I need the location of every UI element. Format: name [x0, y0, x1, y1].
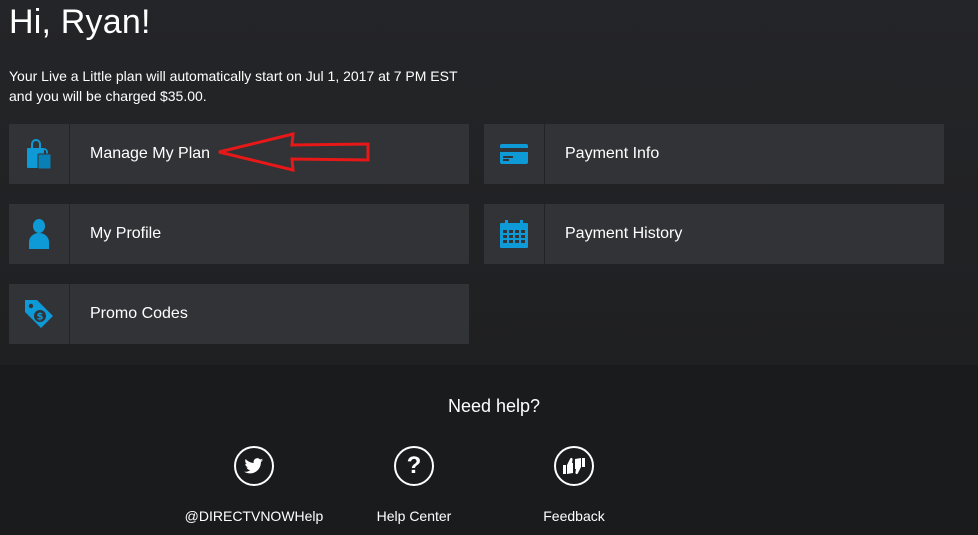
shopping-bags-icon: [27, 139, 52, 170]
my-profile-label: My Profile: [90, 225, 162, 242]
payment-history-button[interactable]: Payment History: [484, 204, 944, 264]
calendar-icon: [500, 220, 528, 248]
thumbs-icon: [563, 457, 585, 475]
need-help-heading: Need help?: [447, 396, 541, 416]
my-profile-button[interactable]: My Profile: [9, 204, 469, 264]
plan-notice: Your Live a Little plan will automatical…: [9, 66, 489, 106]
promo-codes-button[interactable]: $ Promo Codes: [9, 284, 469, 344]
question-mark-icon: ?: [406, 452, 422, 479]
help-center-link[interactable]: ? Help Center: [334, 446, 494, 524]
account-panel: Hi, Ryan! Your Live a Little plan will a…: [0, 0, 978, 365]
svg-text:$: $: [37, 312, 44, 323]
payment-info-button[interactable]: Payment Info: [484, 124, 944, 184]
twitter-help-link[interactable]: @DIRECTVNOWHelp: [174, 446, 334, 524]
person-icon: [29, 219, 49, 249]
manage-my-plan-label: Manage My Plan: [90, 145, 211, 162]
feedback-label: Feedback: [543, 508, 605, 524]
page-title: Hi, Ryan!: [9, 3, 151, 41]
help-center-label: Help Center: [376, 508, 452, 524]
payment-info-label: Payment Info: [565, 145, 660, 162]
price-tag-icon: $: [25, 300, 53, 328]
feedback-link[interactable]: Feedback: [494, 446, 654, 524]
manage-my-plan-button[interactable]: Manage My Plan: [9, 124, 469, 184]
twitter-help-label: @DIRECTVNOWHelp: [184, 508, 324, 524]
plan-notice-line2: and you will be charged $35.00.: [9, 88, 207, 104]
plan-notice-line1: Your Live a Little plan will automatical…: [9, 68, 458, 84]
promo-codes-label: Promo Codes: [90, 305, 188, 322]
twitter-icon: [244, 457, 264, 473]
credit-card-icon: [500, 144, 528, 164]
payment-history-label: Payment History: [565, 225, 683, 242]
